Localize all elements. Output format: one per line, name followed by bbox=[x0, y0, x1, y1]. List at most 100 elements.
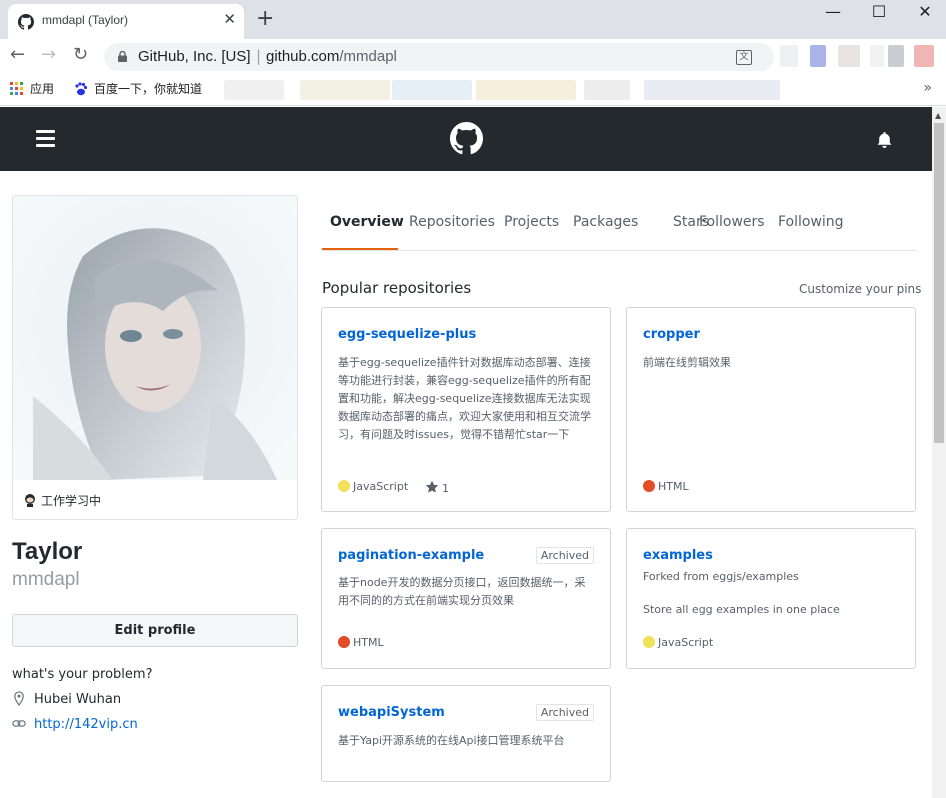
apps-grid-icon bbox=[10, 82, 23, 95]
edit-profile-button[interactable]: Edit profile bbox=[12, 614, 298, 647]
archived-badge: Archived bbox=[535, 547, 594, 564]
github-logo-icon[interactable] bbox=[450, 122, 483, 155]
website-link[interactable]: http://142vip.cn bbox=[34, 717, 138, 732]
language-color-dot bbox=[643, 636, 655, 648]
tab-overview[interactable]: Overview bbox=[330, 214, 404, 230]
language-color-dot bbox=[338, 480, 350, 492]
extension-icon[interactable] bbox=[870, 45, 884, 67]
repo-description: 基于egg-sequelize插件针对数据库动态部署、连接等功能进行封装，兼容e… bbox=[338, 356, 591, 441]
star-icon bbox=[425, 480, 439, 493]
bookmark-item[interactable] bbox=[300, 80, 390, 100]
scrollbar-thumb[interactable] bbox=[934, 123, 944, 443]
avatar-card: 工作学习中 bbox=[12, 195, 298, 520]
back-arrow-icon[interactable]: ← bbox=[10, 44, 25, 65]
browser-tab[interactable]: mmdapl (Taylor) ✕ bbox=[8, 4, 244, 39]
lock-icon bbox=[118, 51, 127, 62]
fork-source[interactable]: Forked from eggjs/examples bbox=[643, 570, 799, 583]
repo-card: webapiSystem Archived 基于Yapi开源系统的在线Api接口… bbox=[321, 685, 611, 782]
bell-icon[interactable] bbox=[877, 132, 892, 149]
github-header bbox=[0, 107, 932, 171]
selected-tab-underline bbox=[322, 248, 398, 250]
extension-icon[interactable] bbox=[810, 45, 826, 67]
close-window-button[interactable]: ✕ bbox=[902, 2, 946, 21]
github-favicon-icon bbox=[18, 14, 34, 30]
archived-badge: Archived bbox=[535, 704, 594, 721]
user-status-text: 工作学习中 bbox=[41, 494, 102, 508]
address-bar[interactable]: GitHub, Inc. [US] | github.com/mmdapl 文 bbox=[104, 43, 774, 71]
extension-icon[interactable] bbox=[838, 45, 860, 67]
tab-projects[interactable]: Projects bbox=[504, 214, 559, 230]
tab-repositories[interactable]: Repositories bbox=[409, 214, 495, 230]
repo-description: Store all egg examples in one place bbox=[643, 603, 840, 616]
octocat-emoji-icon bbox=[25, 494, 35, 507]
repo-language: JavaScript bbox=[338, 480, 408, 493]
bookmark-item[interactable] bbox=[644, 80, 780, 100]
bookmark-item[interactable] bbox=[224, 80, 284, 100]
new-tab-button[interactable]: + bbox=[256, 7, 274, 31]
repo-name-link[interactable]: webapiSystem bbox=[338, 705, 445, 720]
profile-tabs: Overview Repositories Projects Packages … bbox=[322, 196, 916, 251]
repo-name-link[interactable]: cropper bbox=[643, 327, 700, 342]
baidu-paw-icon bbox=[75, 82, 88, 96]
bookmarks-bar: 应用 百度一下，你就知道 » bbox=[0, 74, 946, 106]
extension-icon[interactable] bbox=[888, 45, 904, 67]
url-text: github.com/mmdapl bbox=[266, 48, 397, 65]
bookmark-baidu[interactable]: 百度一下，你就知道 bbox=[74, 80, 202, 97]
repo-card: egg-sequelize-plus 基于egg-sequelize插件针对数据… bbox=[321, 307, 611, 512]
repo-name-link[interactable]: egg-sequelize-plus bbox=[338, 327, 476, 342]
location-text: Hubei Wuhan bbox=[34, 692, 122, 707]
repo-language: HTML bbox=[338, 636, 384, 649]
avatar[interactable] bbox=[13, 196, 297, 480]
repo-language: JavaScript bbox=[643, 636, 713, 649]
repo-name-link[interactable]: examples bbox=[643, 548, 713, 563]
repo-language-label: HTML bbox=[353, 636, 384, 649]
tab-packages[interactable]: Packages bbox=[573, 214, 638, 230]
translate-icon[interactable]: 文 bbox=[736, 50, 752, 65]
forward-arrow-icon[interactable]: → bbox=[41, 44, 56, 65]
tab-title: mmdapl (Taylor) bbox=[42, 13, 129, 27]
reload-icon[interactable]: ↻ bbox=[73, 44, 88, 65]
bookmark-item[interactable] bbox=[584, 80, 630, 100]
repo-card: examples Forked from eggjs/examples Stor… bbox=[626, 528, 916, 669]
repo-name-link[interactable]: pagination-example bbox=[338, 548, 484, 563]
bookmark-item[interactable] bbox=[392, 80, 472, 100]
repo-description: 基于Yapi开源系统的在线Api接口管理系统平台 bbox=[338, 734, 565, 747]
profile-username: mmdapl bbox=[12, 569, 80, 590]
repo-description: 前端在线剪辑效果 bbox=[643, 356, 731, 369]
bookmark-item[interactable] bbox=[476, 80, 576, 100]
url-path: /mmdapl bbox=[339, 48, 397, 65]
repo-stars[interactable]: 1 bbox=[425, 480, 449, 495]
repo-description: 基于node开发的数据分页接口，返回数据统一，采用不同的的方式在前端实现分页效果 bbox=[338, 576, 586, 607]
repo-card: pagination-example Archived 基于node开发的数据分… bbox=[321, 528, 611, 669]
link-icon bbox=[12, 720, 26, 727]
profile-fullname: Taylor bbox=[12, 538, 83, 565]
repo-card: cropper 前端在线剪辑效果 HTML bbox=[626, 307, 916, 512]
page-scrollbar[interactable]: ▲ bbox=[932, 107, 946, 798]
tab-followers[interactable]: Followers bbox=[699, 214, 765, 230]
language-color-dot bbox=[338, 636, 350, 648]
extension-icon[interactable] bbox=[780, 45, 798, 67]
certificate-name: GitHub, Inc. [US] bbox=[138, 48, 251, 65]
user-status[interactable]: 工作学习中 bbox=[23, 492, 101, 509]
profile-website: http://142vip.cn bbox=[12, 716, 138, 732]
maximize-button[interactable]: ☐ bbox=[856, 2, 902, 21]
hamburger-icon[interactable] bbox=[36, 130, 55, 147]
browser-toolbar: ← → ↻ GitHub, Inc. [US] | github.com/mmd… bbox=[0, 39, 946, 74]
repo-language-label: HTML bbox=[658, 480, 689, 493]
browser-tabstrip: mmdapl (Taylor) ✕ + — ☐ ✕ bbox=[0, 0, 946, 39]
extension-icon[interactable] bbox=[914, 45, 934, 67]
repo-language: HTML bbox=[643, 480, 689, 493]
url-host: github.com bbox=[266, 48, 340, 65]
bookmark-apps-label: 应用 bbox=[30, 82, 55, 96]
minimize-button[interactable]: — bbox=[810, 2, 856, 21]
omnibox-separator: | bbox=[256, 47, 262, 65]
tab-close-icon[interactable]: ✕ bbox=[223, 10, 236, 28]
customize-pins-link[interactable]: Customize your pins bbox=[799, 282, 921, 296]
tab-following[interactable]: Following bbox=[778, 214, 844, 230]
bookmark-apps[interactable]: 应用 bbox=[10, 80, 54, 97]
repo-language-label: JavaScript bbox=[658, 636, 714, 649]
repo-stars-count: 1 bbox=[442, 482, 449, 495]
profile-location: Hubei Wuhan bbox=[12, 691, 121, 707]
bookmarks-overflow-icon[interactable]: » bbox=[923, 80, 932, 96]
scroll-up-icon[interactable]: ▲ bbox=[935, 111, 941, 120]
